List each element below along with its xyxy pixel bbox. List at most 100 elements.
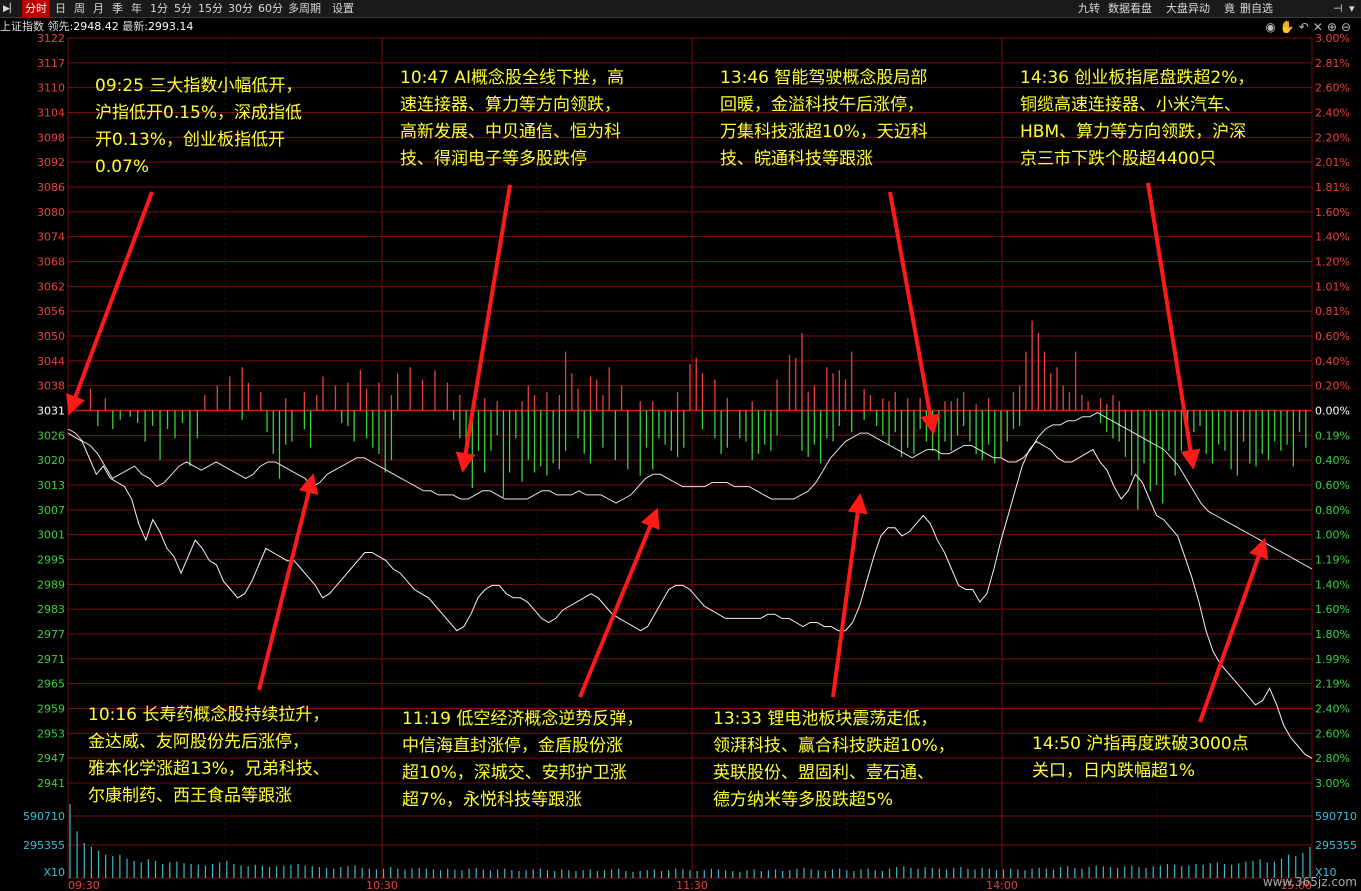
annotation-0925: 09:25 三大指数小幅低开， 沪指低开0.15%，深成指低 开0.13%，创业… xyxy=(95,76,303,177)
add-circle-icon[interactable]: ⊕ xyxy=(1327,20,1341,34)
annotation-1450: 14:50 沪指再度跌破3000点 关口，日内跌幅超1% xyxy=(1032,734,1249,781)
annotation-arrow xyxy=(66,191,154,416)
y-tick-label: 2947 xyxy=(37,752,65,765)
play-back-icon[interactable]: ▶▏ xyxy=(0,0,20,18)
toolbar-right-4[interactable]: 删自选 xyxy=(1237,0,1276,18)
y-tick-label: 2983 xyxy=(37,603,65,616)
y-tick-label: 3007 xyxy=(37,504,65,517)
y-pct-label: 2.60% xyxy=(1315,82,1350,95)
panel-tools: ◉✋↶✕⊕⊖ xyxy=(1265,19,1355,35)
y-pct-label: 0.40% xyxy=(1315,454,1350,467)
dropdown-icon[interactable]: ▾ xyxy=(1346,0,1358,18)
y-pct-label: 1.19% xyxy=(1315,554,1350,567)
y-pct-label: 0.60% xyxy=(1315,479,1350,492)
tab-9[interactable]: 30分 xyxy=(225,0,256,18)
tab-7[interactable]: 5分 xyxy=(171,0,195,18)
y-pct-label: 2.20% xyxy=(1315,131,1350,144)
y-pct-label: 1.99% xyxy=(1315,653,1350,666)
y-tick-label: 3117 xyxy=(37,57,65,70)
undo-icon[interactable]: ↶ xyxy=(1299,20,1313,34)
y-tick-label: 3020 xyxy=(37,454,65,467)
x-tick-label: 11:30 xyxy=(676,879,708,891)
y-tick-label: 3050 xyxy=(37,330,65,343)
annotation-1047: 10:47 AI概念股全线下挫，高 速连接器、算力等方向领跌， 高新发展、中贝通… xyxy=(400,68,625,169)
tab-0[interactable]: 分时 xyxy=(22,0,50,18)
last-label: 最新: xyxy=(122,20,148,33)
y-pct-label: 0.40% xyxy=(1315,355,1350,368)
pin-icon[interactable]: ⊣ xyxy=(1330,0,1346,18)
y-tick-label: 2959 xyxy=(37,703,65,716)
annotation-arrow xyxy=(888,191,941,435)
y-pct-label: 0.19% xyxy=(1315,429,1350,442)
period-toolbar: ▶▏ 分时日周月季年 1分 5分 15分 30分 60分 多周期 设置 九转 数据看盘 大盘异动竟删自… xyxy=(0,0,1361,18)
volume-label-right: 590710 xyxy=(1315,810,1357,823)
y-tick-label: 3044 xyxy=(37,355,65,368)
y-tick-label: 3001 xyxy=(37,529,65,542)
index-info-bar: 上证指数 领先:2948.42 最新:2993.14 xyxy=(0,19,193,35)
y-pct-label: 0.00% xyxy=(1315,405,1350,418)
y-pct-label: 0.81% xyxy=(1315,305,1350,318)
y-tick-label: 2977 xyxy=(37,628,65,641)
tab-11[interactable]: 多周期 xyxy=(285,0,324,18)
y-tick-label: 2989 xyxy=(37,578,65,591)
y-tick-label: 2953 xyxy=(37,727,65,740)
toolbar-right-0[interactable]: 九转 xyxy=(1075,0,1103,18)
y-tick-label: 2965 xyxy=(37,678,65,691)
y-pct-label: 0.60% xyxy=(1315,330,1350,343)
y-pct-label: 2.80% xyxy=(1315,752,1350,765)
tab-3[interactable]: 月 xyxy=(90,0,107,18)
y-pct-label: 3.00% xyxy=(1315,777,1350,790)
y-pct-label: 1.01% xyxy=(1315,280,1350,293)
minus-circle-icon[interactable]: ⊖ xyxy=(1341,20,1355,34)
y-tick-label: 3031 xyxy=(37,405,65,418)
y-pct-label: 2.19% xyxy=(1315,678,1350,691)
y-pct-label: 2.81% xyxy=(1315,57,1350,70)
close-icon[interactable]: ✕ xyxy=(1313,20,1327,34)
y-tick-label: 2995 xyxy=(37,554,65,567)
y-tick-label: 3068 xyxy=(37,256,65,269)
annotation-1436: 14:36 创业板指尾盘跌超2%， 铜缆高速连接器、小米汽车、 HBM、算力等方… xyxy=(1020,68,1255,169)
annotation-1119: 11:19 低空经济概念逆势反弹， 中信海直封涨停，金盾股份涨 超10%，深城交… xyxy=(402,709,644,810)
x-tick-label: 10:30 xyxy=(366,879,398,891)
tab-6[interactable]: 1分 xyxy=(147,0,171,18)
annotation-arrow xyxy=(831,493,868,698)
y-pct-label: 0.80% xyxy=(1315,504,1350,517)
annotation-1016: 10:16 长寿药概念股持续拉升， 金达威、友阿股份先后涨停， 雅本化学涨超13… xyxy=(88,705,330,806)
annotation-1333: 13:33 锂电池板块震荡走低， 领湃科技、赢合科技跌超10%， 英联股份、盟固… xyxy=(713,709,955,810)
tab-5[interactable]: 年 xyxy=(128,0,145,18)
y-pct-label: 0.20% xyxy=(1315,380,1350,393)
y-pct-label: 1.40% xyxy=(1315,231,1350,244)
y-tick-label: 3080 xyxy=(37,206,65,219)
tab-4[interactable]: 季 xyxy=(109,0,126,18)
y-pct-label: 1.00% xyxy=(1315,529,1350,542)
tab-2[interactable]: 周 xyxy=(71,0,88,18)
y-tick-label: 2971 xyxy=(37,653,65,666)
tab-10[interactable]: 60分 xyxy=(255,0,286,18)
toolbar-right-3[interactable]: 竟 xyxy=(1221,0,1238,18)
annotation-arrow xyxy=(578,507,660,698)
y-tick-label: 3092 xyxy=(37,156,65,169)
y-tick-label: 3110 xyxy=(37,82,65,95)
tab-12[interactable]: 设置 xyxy=(329,0,357,18)
y-pct-label: 1.20% xyxy=(1315,256,1350,269)
y-pct-label: 2.40% xyxy=(1315,107,1350,120)
x-tick-label: 14:00 xyxy=(986,879,1018,891)
tab-8[interactable]: 15分 xyxy=(195,0,226,18)
tab-1[interactable]: 日 xyxy=(52,0,69,18)
volume-label-right: 295355 xyxy=(1315,839,1357,852)
y-tick-label: 3038 xyxy=(37,380,65,393)
x-tick-label: 09:30 xyxy=(68,879,100,891)
annotation-arrow xyxy=(1146,182,1201,470)
volume-label: 295355 xyxy=(23,839,65,852)
toolbar-right-2[interactable]: 大盘异动 xyxy=(1163,0,1213,18)
y-tick-label: 2941 xyxy=(37,777,65,790)
y-tick-label: 3074 xyxy=(37,231,65,244)
y-tick-label: 3062 xyxy=(37,280,65,293)
y-pct-label: 1.40% xyxy=(1315,578,1350,591)
y-pct-label: 2.01% xyxy=(1315,156,1350,169)
eye-icon[interactable]: ◉ xyxy=(1265,20,1279,34)
hand-icon[interactable]: ✋ xyxy=(1280,20,1299,34)
toolbar-right-1[interactable]: 数据看盘 xyxy=(1105,0,1155,18)
y-pct-label: 1.81% xyxy=(1315,181,1350,194)
index-name: 上证指数 xyxy=(0,20,44,33)
